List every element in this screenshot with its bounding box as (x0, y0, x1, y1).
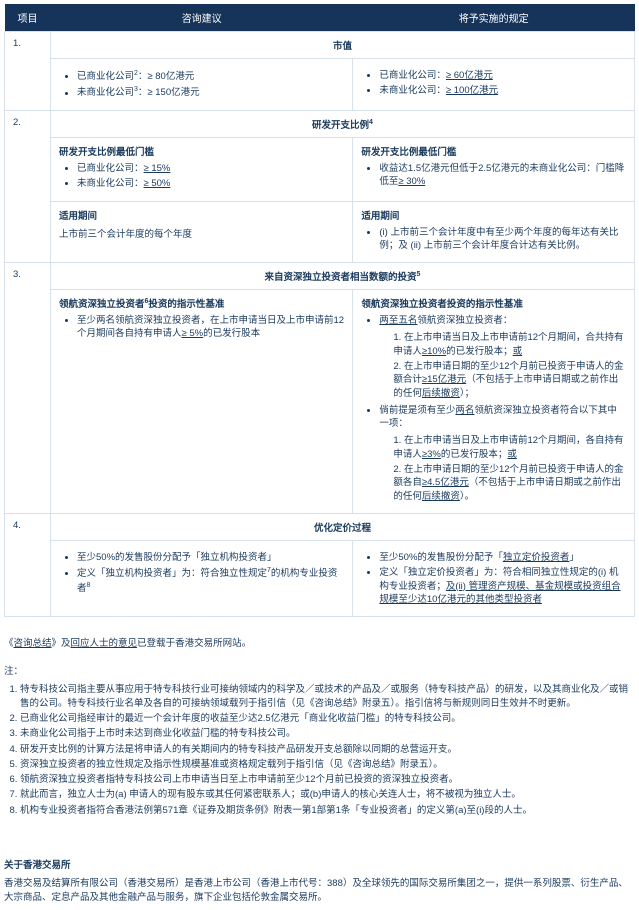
comparison-table: 项目 咨询建议 将予实施的规定 1. 市值 已商业化公司2：≥ 80亿港元 未商… (4, 4, 635, 617)
row4-title: 优化定价过程 (51, 513, 635, 540)
note-3: 未商业化公司指于上市时未达到商业化收益门槛的特专科技公司。 (20, 727, 635, 740)
row3-title: 来自资深独立投资者相当数额的投资5 (51, 263, 635, 290)
note-6: 领航资深独立投资者指特专科技公司上市申请当日至上市申请前至少12个月前已投资的资… (20, 773, 635, 786)
note-7: 就此而言，独立人士为(a) 申请人的现有股东或其任何紧密联系人；或(b)申请人的… (20, 788, 635, 801)
row2-num: 2. (5, 110, 51, 262)
row1-left: 已商业化公司2：≥ 80亿港元 未商业化公司3：≥ 150亿港元 (51, 59, 353, 111)
row1-num: 1. (5, 32, 51, 111)
note-2: 已商业化公司指经审计的最近一个会计年度的收益至少达2.5亿港元「商业化收益门槛」… (20, 712, 635, 725)
row4-right: 至少50%的发售股份分配予「独立定价投资者」 定义「独立定价投资者」为：符合相同… (353, 540, 635, 616)
row2-right-period: 适用期间 (i) 上市前三个会计年度中有至少两个年度的每年达有关比例；及 (ii… (353, 201, 635, 263)
row2-title: 研发开支比例4 (51, 110, 635, 137)
row3-num: 3. (5, 263, 51, 514)
row4-left: 至少50%的发售股份分配予「独立机构投资者」 定义「独立机构投资者」为：符合独立… (51, 540, 353, 616)
link-responses[interactable]: 回应人士的意见 (71, 638, 138, 649)
header-final: 将予实施的规定 (353, 4, 635, 32)
row4-num: 4. (5, 513, 51, 616)
row1-right: 已商业化公司：≥ 60亿港元 未商业化公司：≥ 100亿港元 (353, 59, 635, 111)
row2-right-threshold: 研发开支比例最低门槛 收益达1.5亿港元但低于2.5亿港元的未商业化公司：门槛降… (353, 137, 635, 201)
note-4: 研发开支比例的计算方法是将申请人的有关期间内的特专科技产品研发开支总额除以同期的… (20, 743, 635, 756)
footer-paragraph: 《咨询总结》及回应人士的意见已登载于香港交易所网站。 (4, 637, 635, 651)
header-consult: 咨询建议 (51, 4, 353, 32)
note-8: 机构专业投资者指符合香港法例第571章《证券及期货条例》附表一第1部第1条「专业… (20, 804, 635, 817)
link-consultation-conclusion[interactable]: 咨询总结 (14, 638, 52, 649)
note-5: 资深独立投资者的独立性规定及指示性规模基准或资格规定载列于指引信（见《咨询总结》… (20, 758, 635, 771)
notes-label: 注： (4, 663, 635, 677)
row3-left: 领航资深独立投资者6投资的指示性基准 至少两名领航资深独立投资者，在上市申请当日… (51, 290, 353, 514)
header-item: 项目 (5, 4, 51, 32)
row3-right: 领航资深独立投资者投资的指示性基准 两至五名领航资深独立投资者： 1. 在上市申… (353, 290, 635, 514)
row1-title: 市值 (51, 32, 635, 59)
row2-left-period: 适用期间 上市前三个会计年度的每个年度 (51, 201, 353, 263)
header-row: 项目 咨询建议 将予实施的规定 (5, 4, 635, 32)
notes-list: 特专科技公司指主要从事应用于特专科技行业可接纳领域内的科学及／或技术的产品及／或… (4, 683, 635, 817)
about-title: 关于香港交易所 (4, 857, 635, 871)
note-1: 特专科技公司指主要从事应用于特专科技行业可接纳领域内的科学及／或技术的产品及／或… (20, 683, 635, 710)
row2-left-threshold: 研发开支比例最低门槛 已商业化公司：≥ 15% 未商业化公司：≥ 50% (51, 137, 353, 201)
about-text: 香港交易及结算所有限公司（香港交易所）是香港上市公司（香港上市代号：388）及全… (4, 877, 635, 906)
